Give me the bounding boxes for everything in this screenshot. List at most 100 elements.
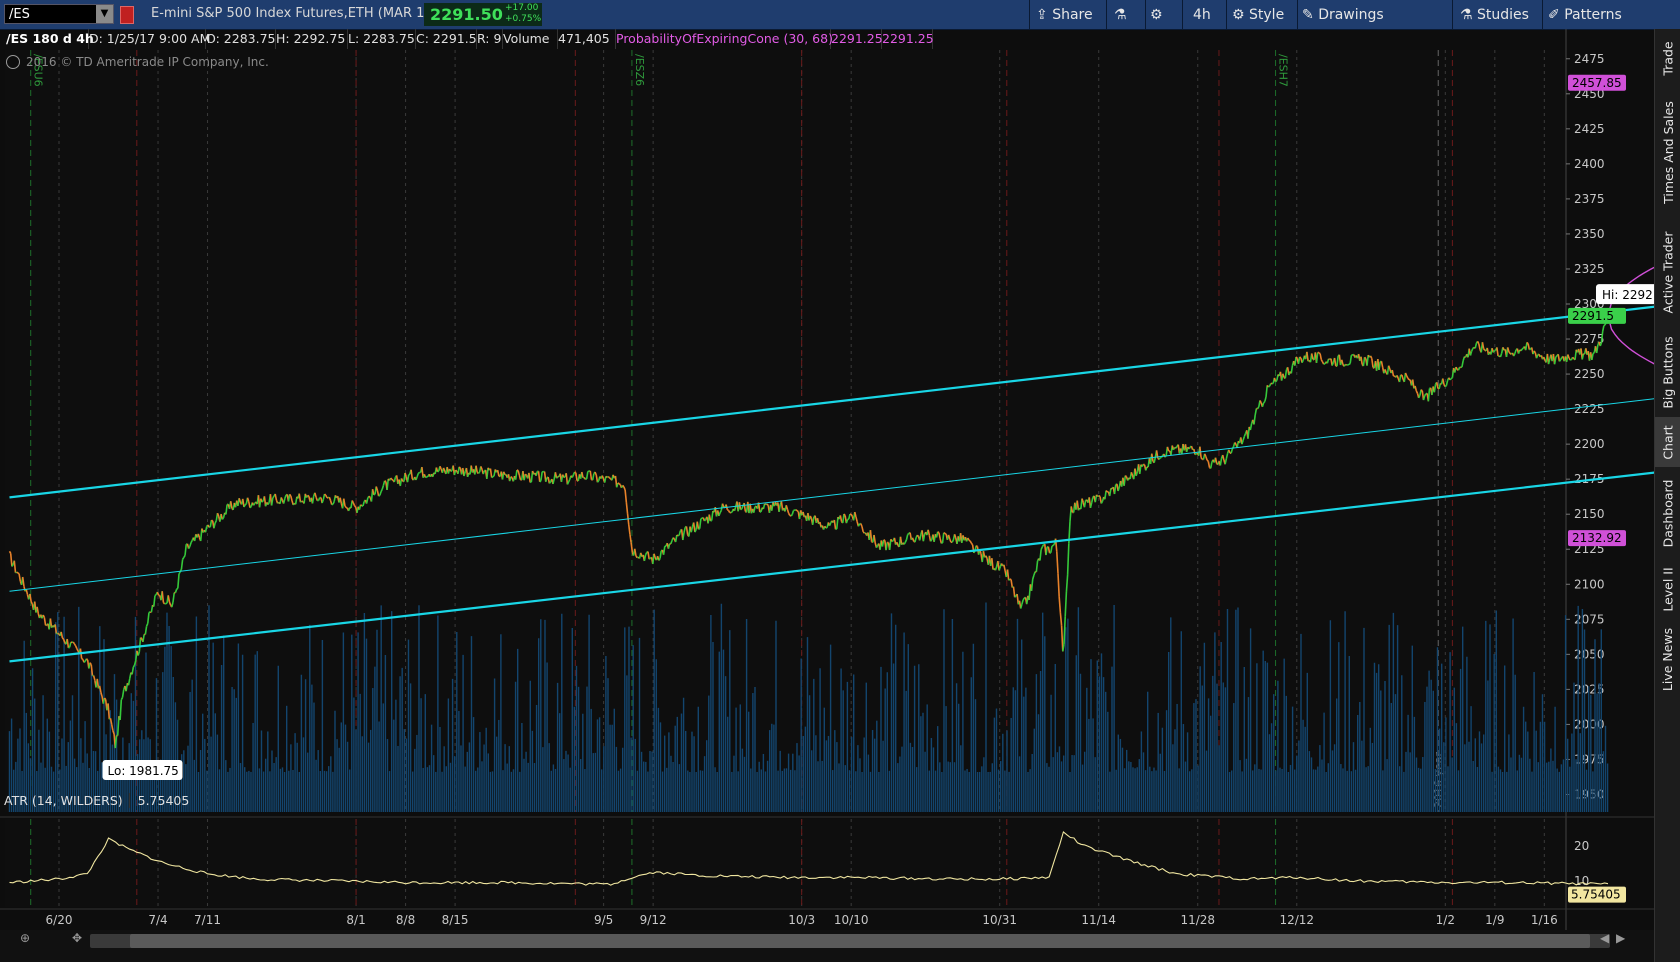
scroll-thumb[interactable] [130,934,1590,948]
price-segment [1512,353,1516,357]
price-segment [448,468,452,472]
sidebar-level-ii[interactable]: Level II [1655,559,1680,619]
price-chart[interactable]: /ESU6/ESZ6/ESH72016 year2/17/173/17/174/… [0,29,1654,930]
price-segment [608,477,612,480]
price-segment [1533,350,1537,354]
pan-icon[interactable]: ✥ [72,931,82,945]
patterns-button[interactable]: ✐ Patterns [1548,5,1622,25]
price-segment [968,539,971,542]
sidebar-label: Big Buttons [1660,335,1676,409]
flask-button[interactable]: ⚗ [1114,5,1127,25]
sidebar-trade[interactable]: Trade [1655,29,1680,87]
timeframe-button[interactable]: 4h [1193,5,1211,25]
price-segment [1295,356,1298,359]
price-segment [1449,378,1452,381]
price-segment [1143,463,1145,466]
sidebar-active-trader[interactable]: Active Trader [1655,217,1680,327]
sidebar-label: Times And Sales [1660,100,1676,204]
price-segment [214,520,218,524]
price-segment [379,491,382,496]
price-segment [1591,353,1594,361]
last-price-badge: 2291.5 [1572,309,1614,323]
price-segment [539,480,542,483]
price-segment [244,503,247,506]
price-segment [596,480,600,483]
y-tick-label: 2225 [1574,402,1605,416]
price-segment [72,641,76,645]
atr-tick-label: 10 [1574,874,1589,888]
price-segment [622,484,625,488]
price-segment [1194,453,1197,456]
sidebar-live-news[interactable]: Live News [1655,619,1680,699]
studies-icon: ⚗ [1460,7,1473,23]
price-segment [1009,578,1012,581]
price-segment [694,529,697,533]
style-button[interactable]: ⚙ Style [1232,5,1284,25]
price-segment [1014,595,1017,598]
price-segment [1188,446,1191,450]
price-segment [272,495,275,499]
price-segment [1243,433,1247,437]
price-segment [1384,369,1388,374]
link-color-icon[interactable] [120,6,134,24]
price-segment [120,697,124,701]
sidebar-big-buttons[interactable]: Big Buttons [1655,327,1680,417]
studies-button[interactable]: ⚗ Studies [1460,5,1529,25]
price-segment [648,557,651,560]
contract-label: /ESH7 [1277,54,1290,87]
time-scrollbar[interactable] [0,930,1654,962]
sidebar-dashboard[interactable]: Dashboard [1655,467,1680,559]
atr-tick-label: 20 [1574,839,1589,853]
sidebar-label: Live News [1660,627,1676,691]
price-segment [455,469,458,472]
price-segment [315,496,319,501]
x-tick-label: 6/20 [46,913,73,927]
price-segment [154,593,157,597]
price-segment [299,500,303,503]
price-segment [561,474,565,478]
share-button[interactable]: ⇪ Share [1036,5,1093,25]
price-segment [850,513,854,517]
toolbar-divider [1452,0,1453,29]
settings-button[interactable]: ⚙ [1150,5,1163,25]
pct-change: +0.75% [505,14,542,24]
drawings-button[interactable]: ✎ Drawings [1302,5,1384,25]
price-segment [1492,350,1496,353]
price-segment [321,499,325,504]
price-segment [875,544,879,549]
sidebar-times-and-sales[interactable]: Times And Sales [1655,87,1680,217]
price-segment [1234,442,1237,445]
price-segment [1033,571,1036,576]
price-segment [207,524,210,528]
price-segment [583,476,587,480]
price-segment [1321,361,1325,365]
copyright-text: 2016 © TD Ameritrade IP Company, Inc. [26,55,269,69]
price-segment [943,532,946,535]
price-segment [1520,348,1523,352]
x-tick-label: 1/16 [1531,913,1558,927]
price-segment [911,537,915,542]
flask-icon: ⚗ [1114,7,1127,23]
price-segment [178,571,181,575]
scroll-left-icon[interactable]: ◀ [1600,931,1609,945]
cone-upper-badge: 2457.85 [1572,76,1622,90]
price-segment [458,466,461,469]
scroll-right-icon[interactable]: ▶ [1616,931,1625,945]
top-toolbar: /ES ▼ E-mini S&P 500 Index Futures,ETH (… [0,0,1680,30]
zoom-icon[interactable]: ⊕ [20,931,30,945]
price-segment [824,525,827,529]
price-segment [1227,449,1231,454]
x-tick-label: 8/15 [442,913,469,927]
price-segment [176,587,179,590]
price-segment [1450,377,1453,380]
symbol-dropdown-icon[interactable]: ▼ [96,5,113,23]
price-segment [1444,385,1447,388]
price-segment [324,494,328,499]
price-segment [795,509,798,512]
price-segment [896,541,899,546]
price-segment [417,471,421,475]
share-icon: ⇪ [1036,7,1048,23]
price-segment [1572,356,1575,360]
price-segment [1559,357,1563,361]
sidebar-chart[interactable]: Chart [1655,417,1680,467]
